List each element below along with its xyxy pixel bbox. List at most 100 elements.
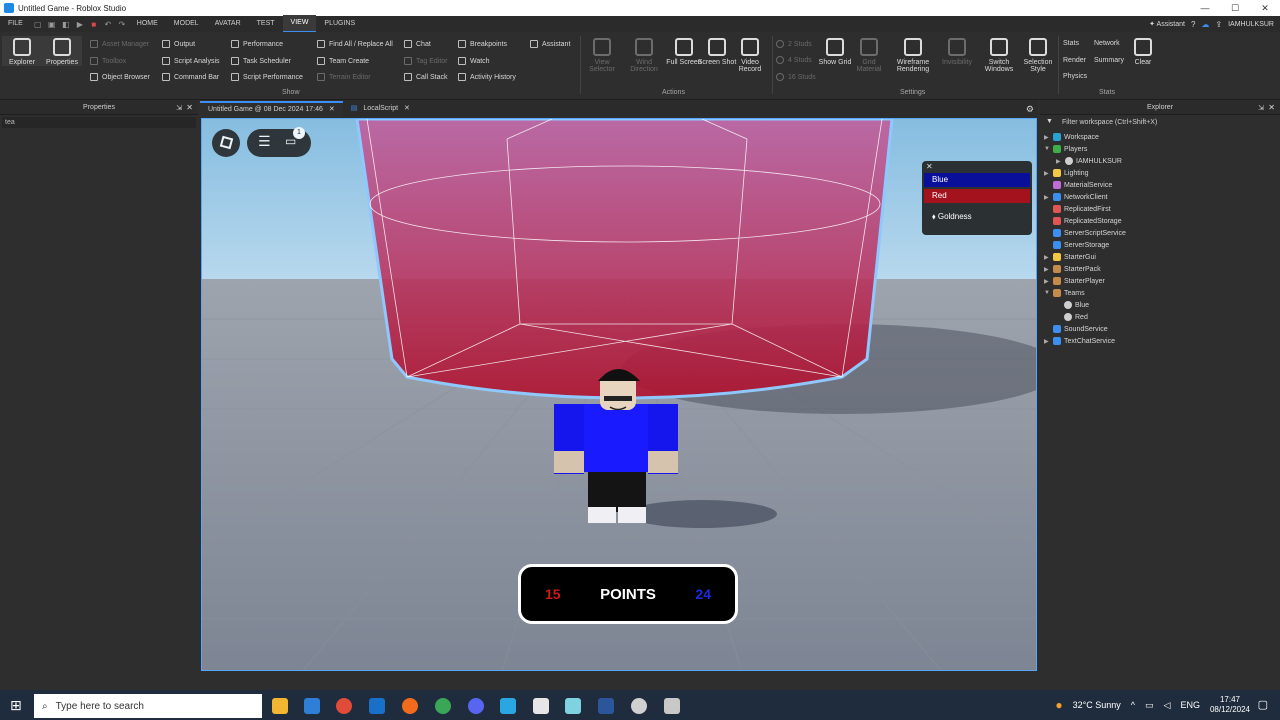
- output-button[interactable]: Output: [162, 40, 195, 48]
- tree-item-serverstorage[interactable]: ServerStorage: [1044, 239, 1109, 251]
- pin-icon[interactable]: ⇲: [176, 104, 182, 112]
- stats-button[interactable]: Stats: [1063, 40, 1079, 47]
- task-scheduler-button[interactable]: Task Scheduler: [231, 57, 291, 65]
- tree-item-teams[interactable]: ▼ Teams: [1044, 287, 1085, 299]
- physics-button[interactable]: Physics: [1063, 73, 1087, 80]
- collapse-arrow-icon[interactable]: ▼: [1044, 290, 1050, 296]
- tree-item-textchatservice[interactable]: ▶ TextChatService: [1044, 335, 1115, 347]
- file-menu[interactable]: FILE: [0, 16, 31, 32]
- tag-editor-button[interactable]: Tag Editor: [404, 57, 448, 65]
- assistant-ribbon-button[interactable]: Assistant: [530, 40, 570, 48]
- expand-arrow-icon[interactable]: ▶: [1056, 158, 1062, 165]
- notification-icon[interactable]: ▢: [1258, 698, 1268, 711]
- chat-button[interactable]: Chat: [404, 40, 431, 48]
- team-red-row[interactable]: Red: [924, 189, 1030, 203]
- expand-arrow-icon[interactable]: ▶: [1044, 338, 1050, 345]
- taskbar-search-box[interactable]: ⌕ Type here to search: [34, 694, 262, 718]
- tab-avatar[interactable]: AVATAR: [207, 16, 249, 32]
- assistant-button[interactable]: ✦ Assistant: [1149, 20, 1185, 28]
- discord-icon[interactable]: [468, 698, 484, 714]
- tree-item-player[interactable]: ▶ IAMHULKSUR: [1056, 155, 1122, 167]
- properties-filter-input[interactable]: tea: [2, 117, 196, 128]
- word-icon[interactable]: [598, 698, 614, 714]
- close-button[interactable]: ✕: [1250, 0, 1280, 16]
- studs-16-option[interactable]: 16 Studs: [776, 73, 816, 81]
- app-icon[interactable]: [664, 698, 680, 714]
- language-indicator[interactable]: ENG: [1180, 700, 1200, 710]
- outlook-icon[interactable]: [369, 698, 385, 714]
- tree-item-materialservice[interactable]: MaterialService: [1044, 179, 1112, 191]
- tree-item-starterpack[interactable]: ▶ StarterPack: [1044, 263, 1101, 275]
- tree-item-replicatedfirst[interactable]: ReplicatedFirst: [1044, 203, 1111, 215]
- tree-item-startergui[interactable]: ▶ StarterGui: [1044, 251, 1096, 263]
- tab-localscript[interactable]: ▤ LocalScript ✕: [343, 101, 418, 117]
- tab-plugins[interactable]: PLUGINS: [316, 16, 363, 32]
- share-icon[interactable]: ⇪: [1215, 20, 1222, 29]
- roblox-menu-button[interactable]: [212, 129, 240, 157]
- tray-chevron-icon[interactable]: ^: [1131, 700, 1135, 710]
- tree-item-lighting[interactable]: ▶ Lighting: [1044, 167, 1089, 179]
- obs-icon[interactable]: [631, 698, 647, 714]
- game-viewport[interactable]: ☰ ▭ 1 ✕ Blue Red ⬧ Goldness 15 POINTS 24: [201, 118, 1037, 671]
- watch-button[interactable]: Watch: [458, 57, 490, 65]
- cloud-icon[interactable]: ☁: [1201, 20, 1209, 29]
- studs-4-option[interactable]: 4 Studs: [776, 56, 812, 64]
- save-icon[interactable]: ◧: [59, 20, 73, 29]
- close-playerlist-icon[interactable]: ✕: [926, 162, 933, 171]
- view-selector-button[interactable]: View Selector: [582, 36, 622, 73]
- selection-style-button[interactable]: Selection Style: [1018, 36, 1058, 73]
- tab-home[interactable]: HOME: [129, 16, 166, 32]
- maximize-button[interactable]: ☐: [1220, 0, 1250, 16]
- network-icon[interactable]: ▭: [1145, 700, 1154, 711]
- grid-material-button[interactable]: Grid Material: [849, 36, 889, 73]
- tree-item-starterplayer[interactable]: ▶ StarterPlayer: [1044, 275, 1105, 287]
- object-browser-button[interactable]: Object Browser: [90, 73, 150, 81]
- mail-icon[interactable]: [304, 698, 320, 714]
- firefox-icon[interactable]: [402, 698, 418, 714]
- tab-view[interactable]: VIEW: [282, 15, 317, 33]
- player-entry[interactable]: ⬧ Goldness: [924, 210, 1030, 224]
- expand-arrow-icon[interactable]: ▶: [1044, 254, 1050, 261]
- studs-2-option[interactable]: 2 Studs: [776, 40, 812, 48]
- tab-game[interactable]: Untitled Game @ 08 Dec 2024 17:46 ✕: [200, 101, 343, 117]
- close-panel-icon[interactable]: ✕: [1268, 103, 1275, 112]
- summary-button[interactable]: Summary: [1094, 57, 1124, 64]
- command-bar-button[interactable]: Command Bar: [162, 73, 219, 81]
- weather-text[interactable]: 32°C Sunny: [1073, 700, 1121, 710]
- volume-icon[interactable]: ◁: [1164, 700, 1171, 711]
- clear-stats-button[interactable]: Clear: [1123, 36, 1163, 66]
- help-icon[interactable]: ?: [1191, 20, 1195, 29]
- close-tab-icon[interactable]: ✕: [329, 102, 335, 118]
- find-all-button[interactable]: Find All / Replace All: [317, 40, 393, 48]
- close-tab-icon[interactable]: ✕: [404, 101, 410, 117]
- asset-manager-button[interactable]: Asset Manager: [90, 40, 149, 48]
- expand-arrow-icon[interactable]: ▶: [1044, 194, 1050, 201]
- hamburger-menu-icon[interactable]: ☰: [258, 133, 271, 150]
- tree-item-networkclient[interactable]: ▶ NetworkClient: [1044, 191, 1108, 203]
- performance-button[interactable]: Performance: [231, 40, 283, 48]
- red-cylinder-part[interactable]: [355, 119, 894, 400]
- roblox-studio-taskbar-icon[interactable]: [500, 698, 516, 714]
- team-create-button[interactable]: Team Create: [317, 57, 369, 65]
- windows-start-icon[interactable]: ⊞: [10, 697, 22, 714]
- redo-icon[interactable]: ↷: [115, 20, 129, 29]
- user-name[interactable]: IAMHULKSUR: [1228, 21, 1274, 28]
- tree-item-team-red[interactable]: Red: [1064, 311, 1088, 323]
- team-blue-row[interactable]: Blue: [924, 173, 1030, 187]
- minimize-button[interactable]: —: [1190, 0, 1220, 16]
- chrome-icon[interactable]: [336, 698, 352, 714]
- wind-direction-button[interactable]: Wind Direction: [624, 36, 664, 73]
- network-button[interactable]: Network: [1094, 40, 1120, 47]
- app-icon[interactable]: [565, 698, 581, 714]
- pin-icon[interactable]: ⇲: [1258, 104, 1264, 112]
- terrain-editor-button[interactable]: Terrain Editor: [317, 73, 371, 81]
- properties-button[interactable]: Properties: [42, 36, 82, 66]
- call-stack-button[interactable]: Call Stack: [404, 73, 448, 81]
- chrome-profile-icon[interactable]: [435, 698, 451, 714]
- tree-item-replicatedstorage[interactable]: ReplicatedStorage: [1044, 215, 1122, 227]
- undo-icon[interactable]: ↶: [101, 20, 115, 29]
- activity-history-button[interactable]: Activity History: [458, 73, 516, 81]
- new-file-icon[interactable]: ▢: [31, 20, 45, 29]
- tab-model[interactable]: MODEL: [166, 16, 207, 32]
- clock[interactable]: 17:47 08/12/2024: [1210, 695, 1250, 715]
